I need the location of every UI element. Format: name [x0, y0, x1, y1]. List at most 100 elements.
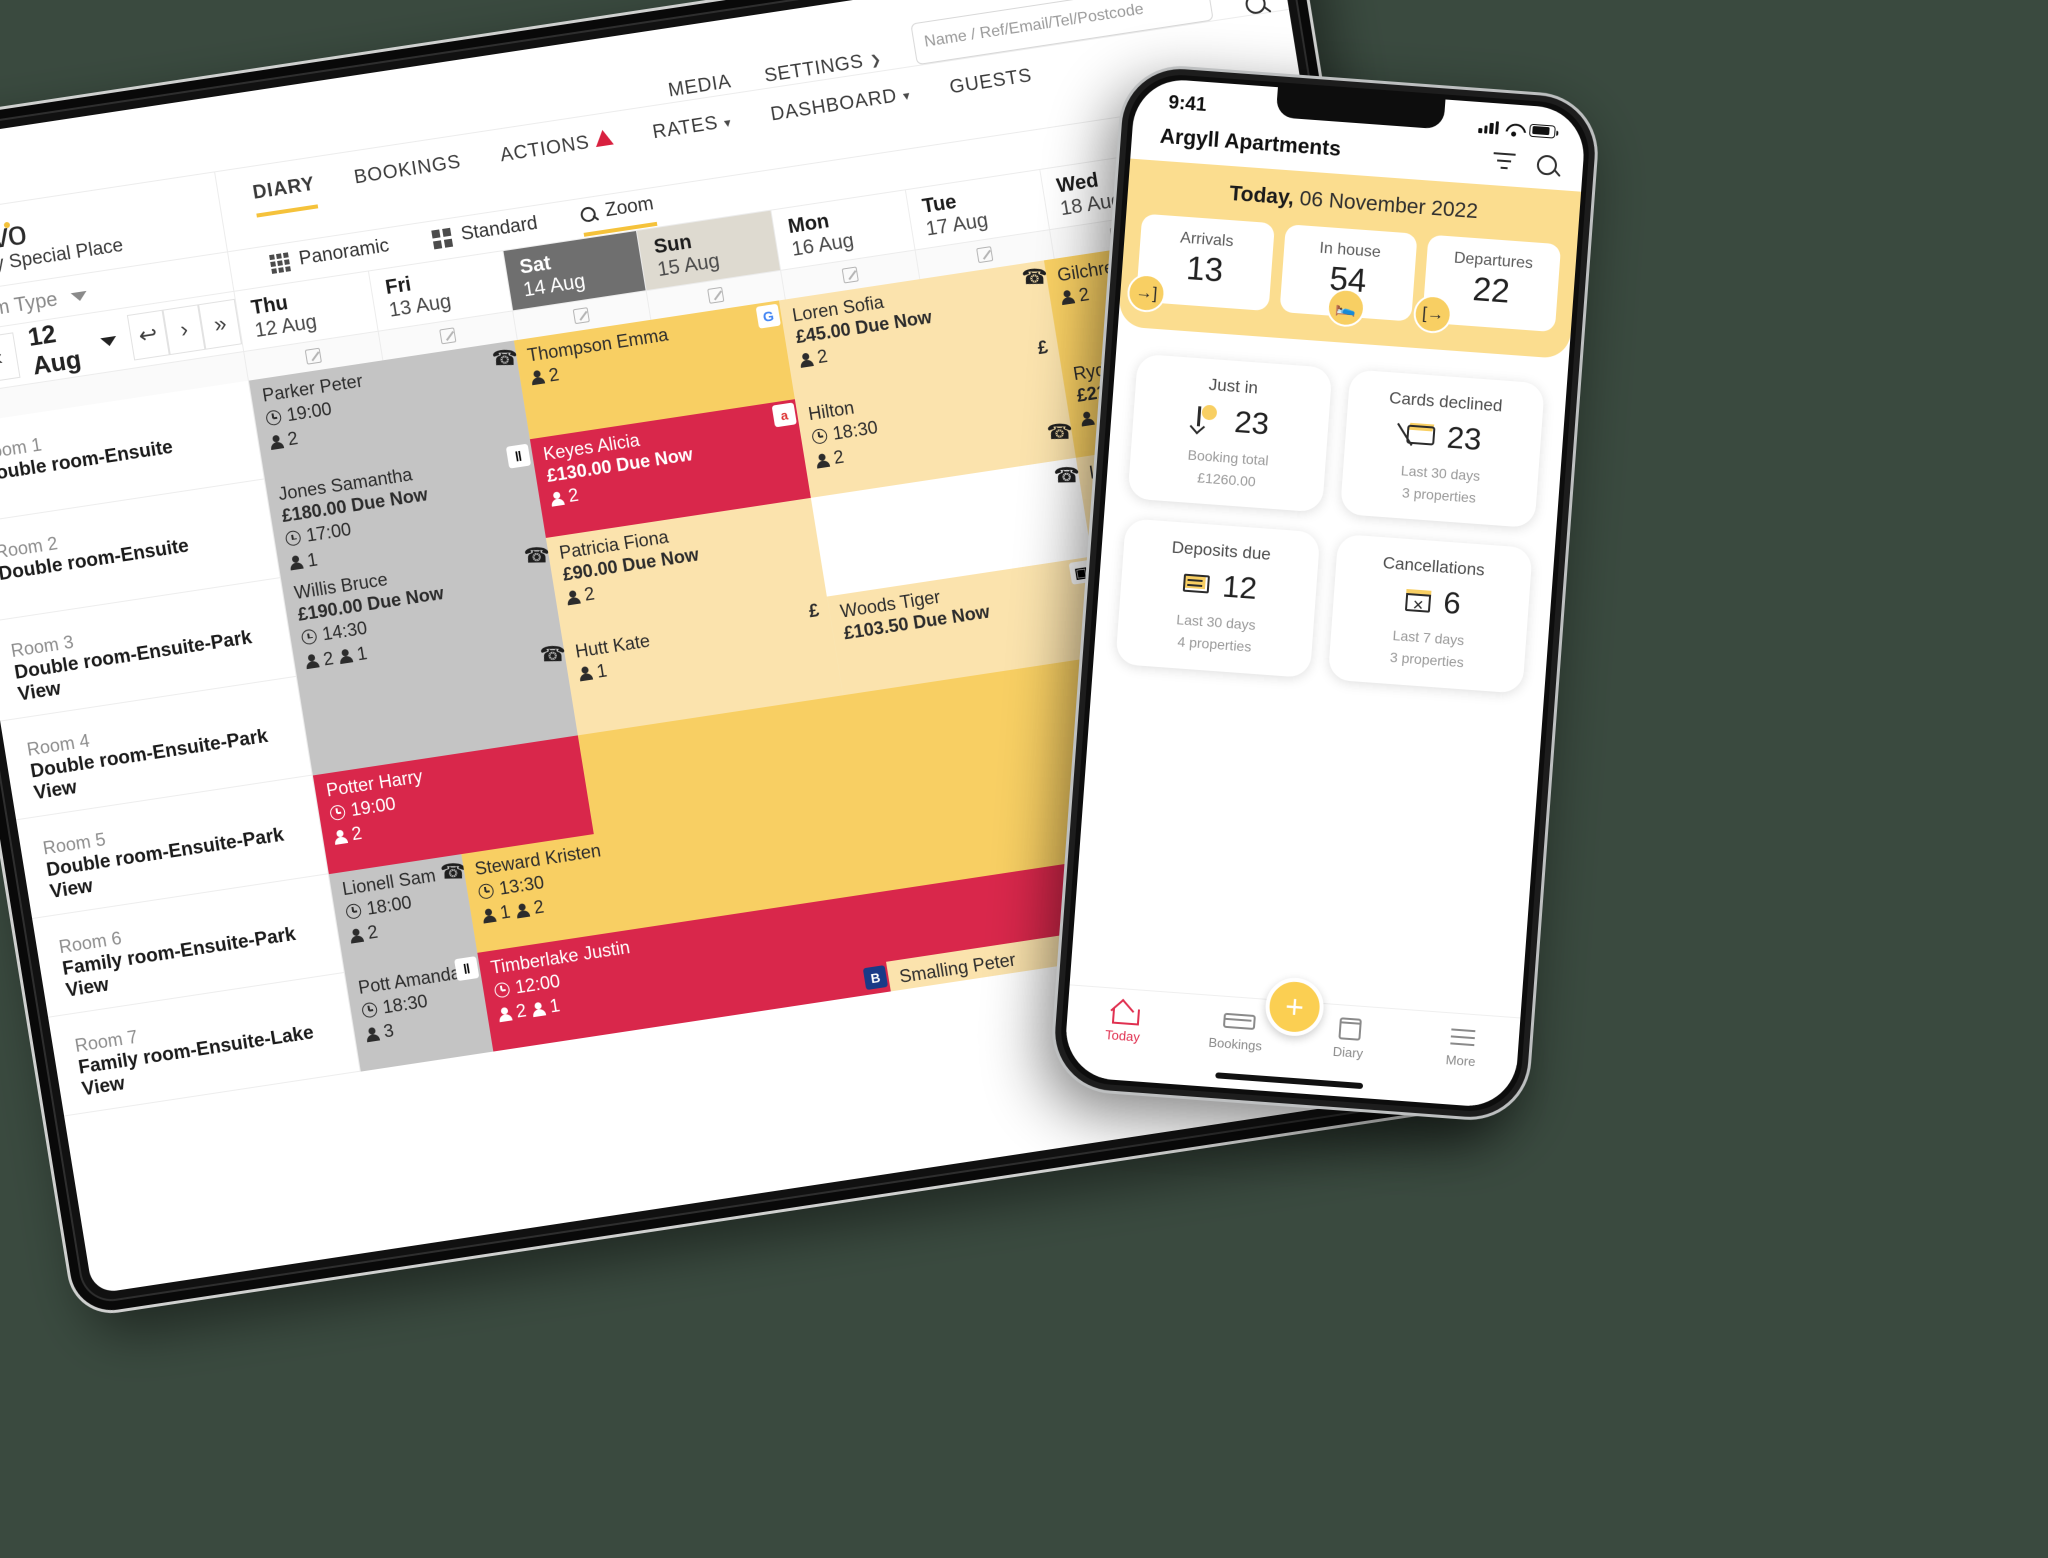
tab-dashboard-label: DASHBOARD [769, 85, 899, 126]
booking-com-icon: ‖ [505, 443, 532, 469]
child-icon [531, 1001, 546, 1017]
tab-rates-label: RATES [651, 112, 720, 144]
google-icon: G [755, 303, 781, 329]
clock-icon [265, 409, 283, 427]
home-indicator [1215, 1072, 1364, 1090]
person-icon [550, 491, 565, 507]
standard-grid-icon [431, 227, 453, 249]
person-icon [799, 352, 814, 368]
search-icon[interactable] [1536, 154, 1558, 176]
chevron-down-icon [99, 335, 117, 347]
person-icon [815, 453, 830, 469]
just-in-icon [1192, 404, 1226, 436]
stat-card-cancellations[interactable]: Cancellations ✕ 6 Last 7 days 3 properti… [1327, 534, 1533, 694]
panoramic-grid-icon [269, 251, 291, 274]
view-panoramic-label: Panoramic [297, 235, 391, 270]
edit-pencil-icon [438, 327, 457, 345]
view-standard-label: Standard [459, 212, 540, 246]
receipt-icon [1179, 569, 1213, 601]
header-actions [1492, 151, 1558, 176]
today-label: Today, [1228, 181, 1295, 210]
alert-triangle-icon [593, 128, 615, 148]
stat-card-just-in[interactable]: Just in 23 Booking total £1260.00 [1127, 353, 1333, 513]
clock-icon [284, 530, 302, 548]
person-icon [1080, 411, 1095, 427]
zoom-icon [579, 205, 597, 223]
cellular-signal-icon [1478, 120, 1500, 134]
person-icon [365, 1026, 380, 1042]
nav-more[interactable]: More [1404, 1020, 1520, 1072]
clock-icon [811, 427, 829, 445]
tab-dashboard[interactable]: DASHBOARD ▾ [769, 84, 913, 136]
clock-icon [328, 804, 347, 822]
nav-today-label: Today [1104, 1027, 1141, 1045]
tab-guests[interactable]: GUESTS [948, 65, 1035, 108]
child-icon [515, 902, 530, 918]
calendar-x-icon: ✕ [1400, 585, 1434, 617]
phone-handset-icon: ☎ [523, 544, 551, 568]
person-icon [305, 654, 320, 670]
clock-icon [360, 1001, 379, 1019]
filter-icon[interactable] [1492, 151, 1515, 173]
clock-icon [344, 902, 363, 920]
phone-handset-icon: ☎ [1046, 420, 1074, 445]
nav-bookings-label: Bookings [1207, 1034, 1263, 1054]
menu-icon [1405, 1020, 1520, 1054]
person-icon [333, 829, 348, 845]
tab-rates[interactable]: RATES ▾ [651, 111, 734, 153]
phone-screen: 9:41 Argyll Apartments Today, 06 Novembe… [1062, 76, 1588, 1110]
edit-pencil-icon [304, 347, 322, 365]
hero-card-arrivals[interactable]: Arrivals 13 →] [1126, 213, 1275, 314]
status-icons [1478, 120, 1556, 139]
edit-pencil-icon [841, 266, 859, 284]
stat-mid: ✕ 6 [1341, 578, 1522, 627]
stat-mid: 23 [1140, 397, 1321, 446]
hero-cards: Arrivals 13 →] In house 54 🛌 Departures … [1126, 213, 1562, 335]
hero-date-value: 06 November 2022 [1298, 187, 1479, 224]
tab-diary[interactable]: DIARY [251, 173, 319, 218]
hero-card-in-house[interactable]: In house 54 🛌 [1279, 224, 1418, 329]
stat-cards: Just in 23 Booking total £1260.00 Cards … [1115, 353, 1545, 694]
person-icon [497, 1006, 512, 1022]
home-icon [1067, 995, 1182, 1029]
screenshot-stage: MEDIA SETTINGS ❯ Name / Ref/Email/Tel/Po… [0, 0, 2048, 1558]
hero-card-departures[interactable]: Departures 22 [→ [1412, 234, 1562, 335]
status-time: 9:41 [1167, 92, 1208, 116]
tab-bookings[interactable]: BOOKINGS [353, 152, 465, 199]
person-icon [349, 928, 364, 944]
stat-card-cards-declined[interactable]: Cards declined 23 Last 30 days 3 propert… [1339, 369, 1545, 529]
chevron-down-icon: ▾ [901, 87, 912, 104]
phone-stats-body: Just in 23 Booking total £1260.00 Cards … [1070, 326, 1569, 1017]
battery-icon [1529, 123, 1556, 139]
clock-icon [477, 882, 495, 900]
chevron-down-icon [70, 290, 88, 303]
chevron-down-icon: ▾ [723, 114, 733, 131]
person-icon [902, 991, 917, 1007]
person-icon [1060, 290, 1075, 306]
stat-value: 12 [1221, 568, 1259, 607]
person-icon [530, 370, 545, 386]
phone-handset-icon: ☎ [1053, 464, 1081, 488]
tab-actions[interactable]: ACTIONS [498, 128, 617, 177]
booking-com-blue-icon: B [862, 965, 889, 991]
pager-last-button[interactable]: » [198, 298, 242, 350]
stat-mid: 23 [1353, 413, 1534, 462]
nav-today[interactable]: Today [1066, 995, 1182, 1047]
tab-actions-label: ACTIONS [498, 132, 592, 167]
clock-icon [493, 981, 511, 999]
stat-value: 6 [1442, 585, 1462, 622]
date-selector-label: 12 Aug [26, 320, 84, 381]
stat-value: 23 [1445, 419, 1483, 457]
child-icon [338, 649, 353, 665]
card-declined-icon [1397, 419, 1438, 451]
person-icon [578, 666, 593, 682]
phone-device: 9:41 Argyll Apartments Today, 06 Novembe… [1047, 61, 1603, 1125]
today-hero: Today, 06 November 2022 Arrivals 13 →] I… [1117, 158, 1582, 360]
wifi-icon [1505, 121, 1523, 135]
stat-value: 23 [1233, 403, 1271, 442]
stat-card-deposits-due[interactable]: Deposits due 12 Last 30 days 4 propertie… [1115, 518, 1321, 678]
person-icon [566, 590, 581, 606]
person-icon [481, 908, 496, 924]
stat-mid: 12 [1128, 562, 1309, 611]
person-icon [289, 555, 304, 571]
